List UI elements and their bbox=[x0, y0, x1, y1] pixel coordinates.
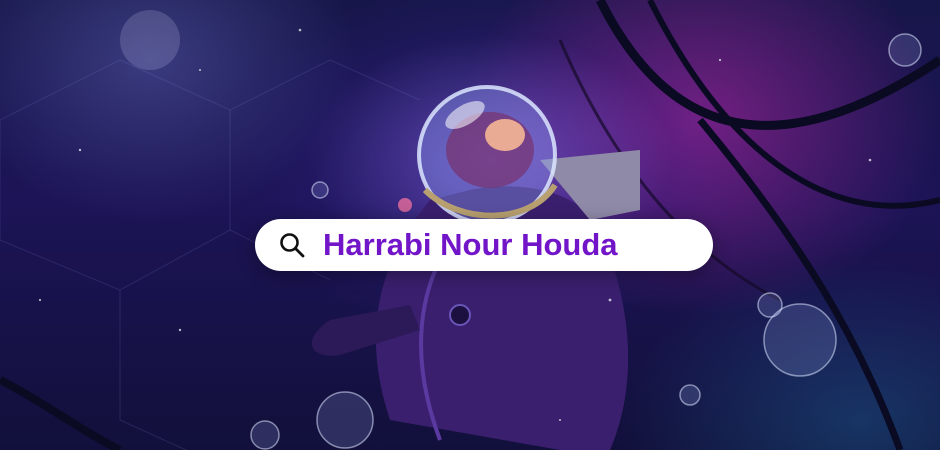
search-input[interactable]: Harrabi Nour Houda bbox=[323, 223, 693, 267]
search-bar[interactable]: Harrabi Nour Houda bbox=[255, 219, 713, 271]
background-scene: Harrabi Nour Houda bbox=[0, 0, 940, 450]
search-icon[interactable] bbox=[277, 230, 307, 260]
